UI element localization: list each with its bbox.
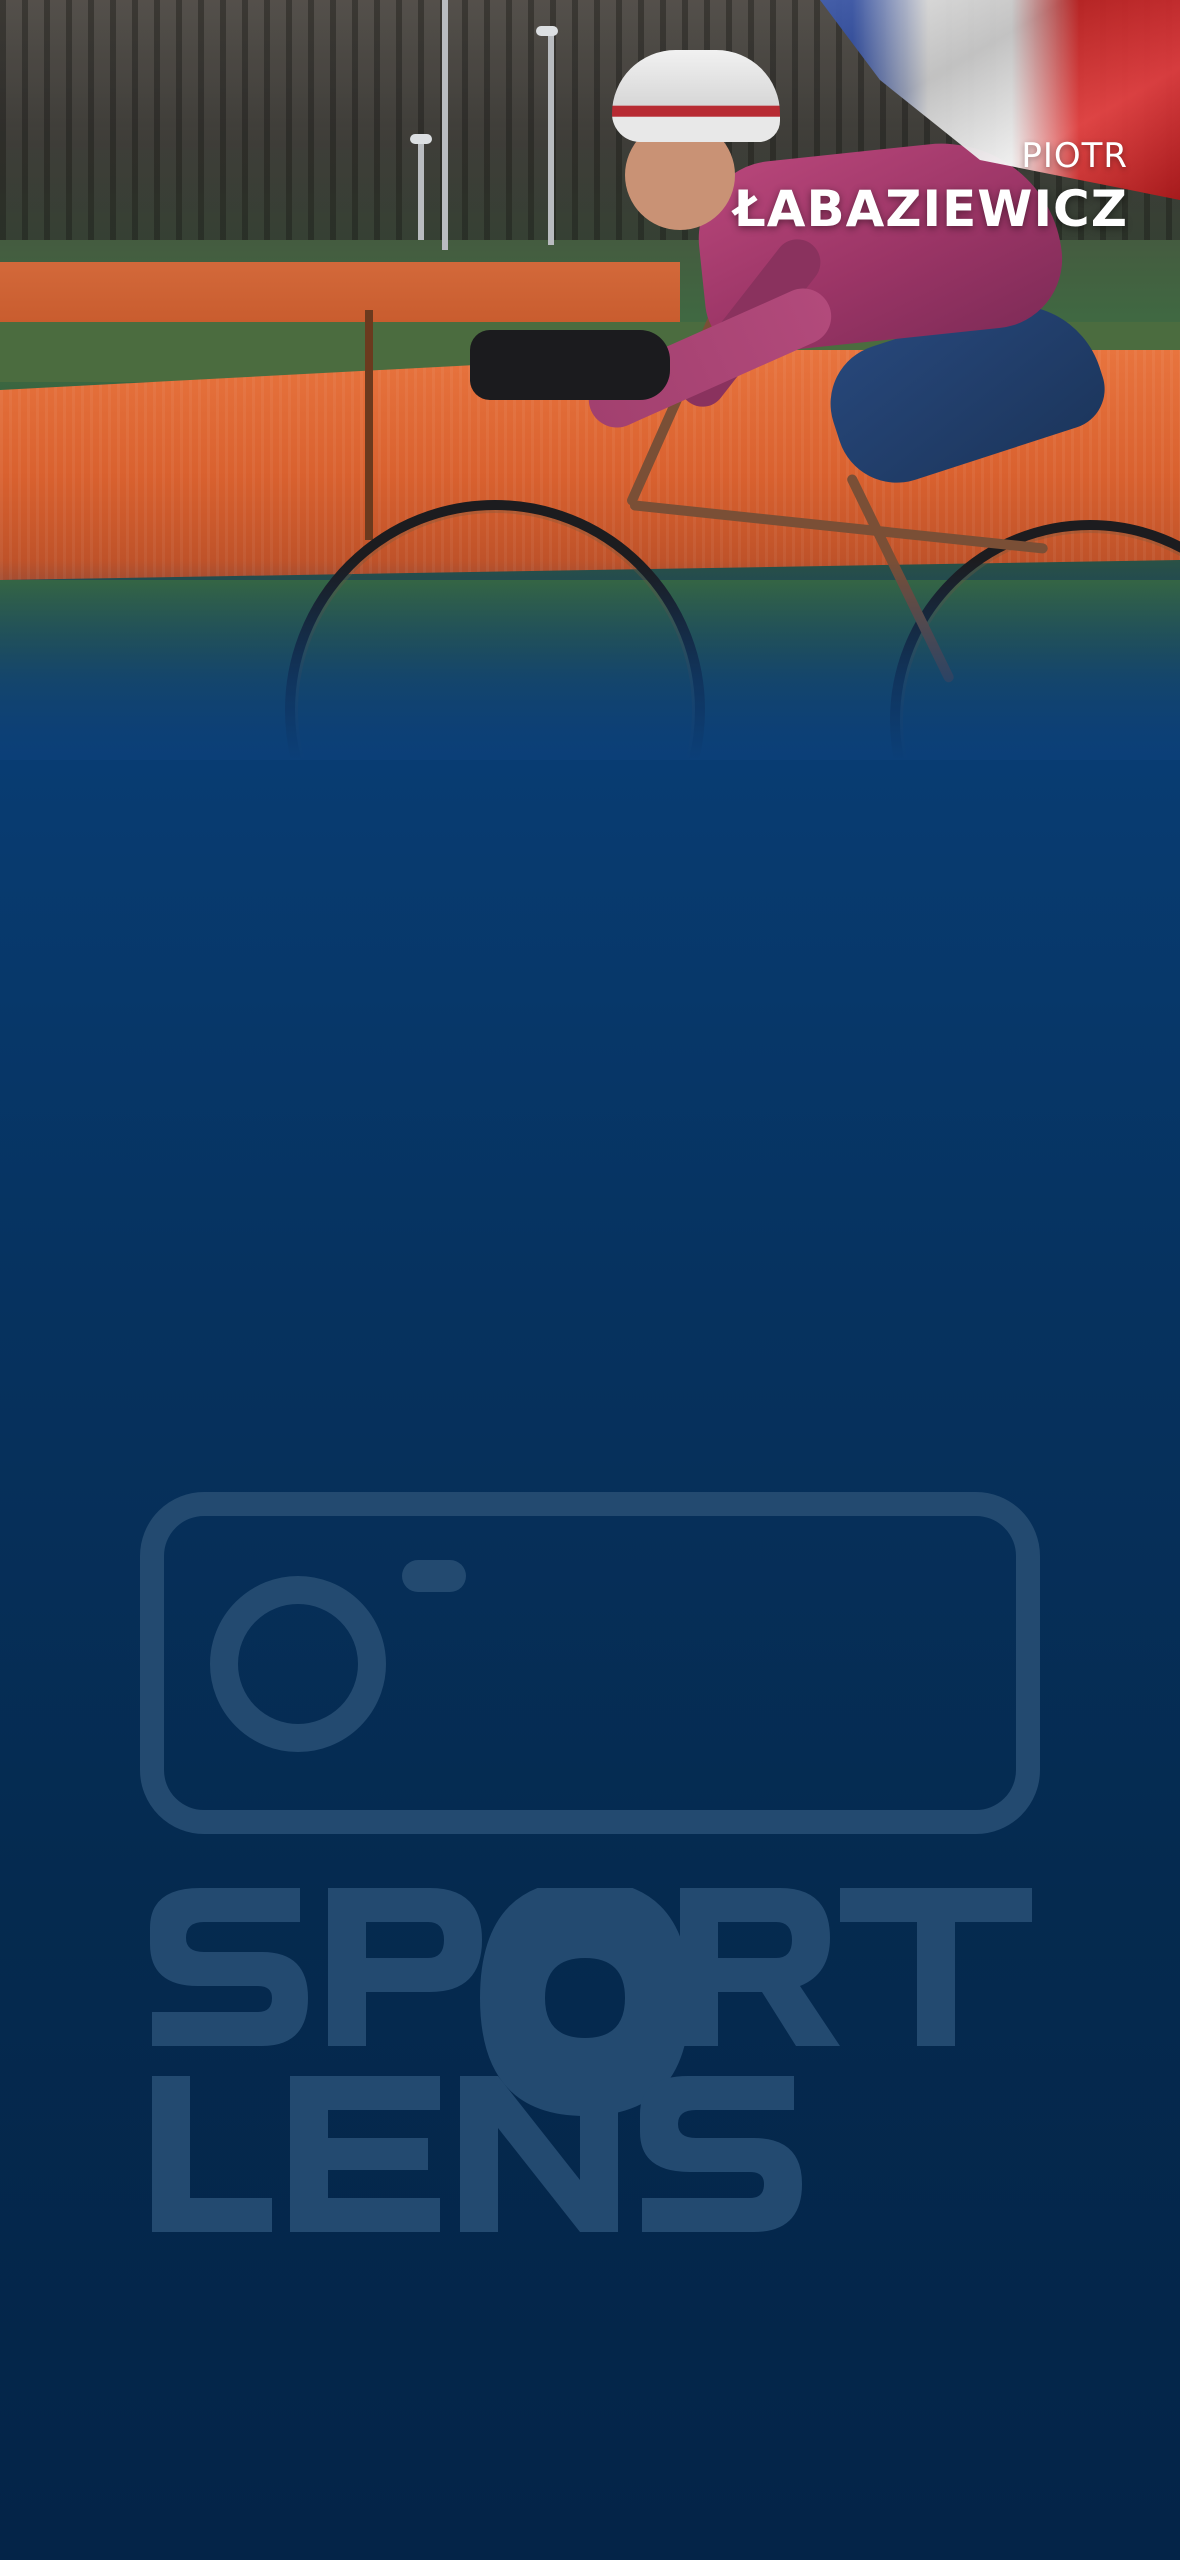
- handlebar: [470, 330, 670, 400]
- lamp: [410, 134, 432, 144]
- hero-photo: [0, 0, 1180, 760]
- barrier-tape-far: [0, 262, 680, 322]
- sport-lens-wordmark: [150, 1888, 1032, 2232]
- fence-post: [365, 310, 373, 540]
- lamp: [536, 26, 558, 36]
- athlete-first-name: PIOTR: [1021, 136, 1128, 176]
- light-pole: [548, 30, 554, 245]
- light-pole: [418, 140, 424, 240]
- camera-icon: [140, 1492, 1040, 1834]
- sport-lens-logo: [140, 1492, 1040, 2242]
- light-pole: [442, 0, 448, 250]
- helmet: [612, 50, 780, 142]
- athlete-last-name: ŁABAZIEWICZ: [733, 180, 1128, 238]
- athlete-screen: PIOTR ŁABAZIEWICZ: [0, 0, 1180, 2560]
- photo-fade: [0, 560, 1180, 760]
